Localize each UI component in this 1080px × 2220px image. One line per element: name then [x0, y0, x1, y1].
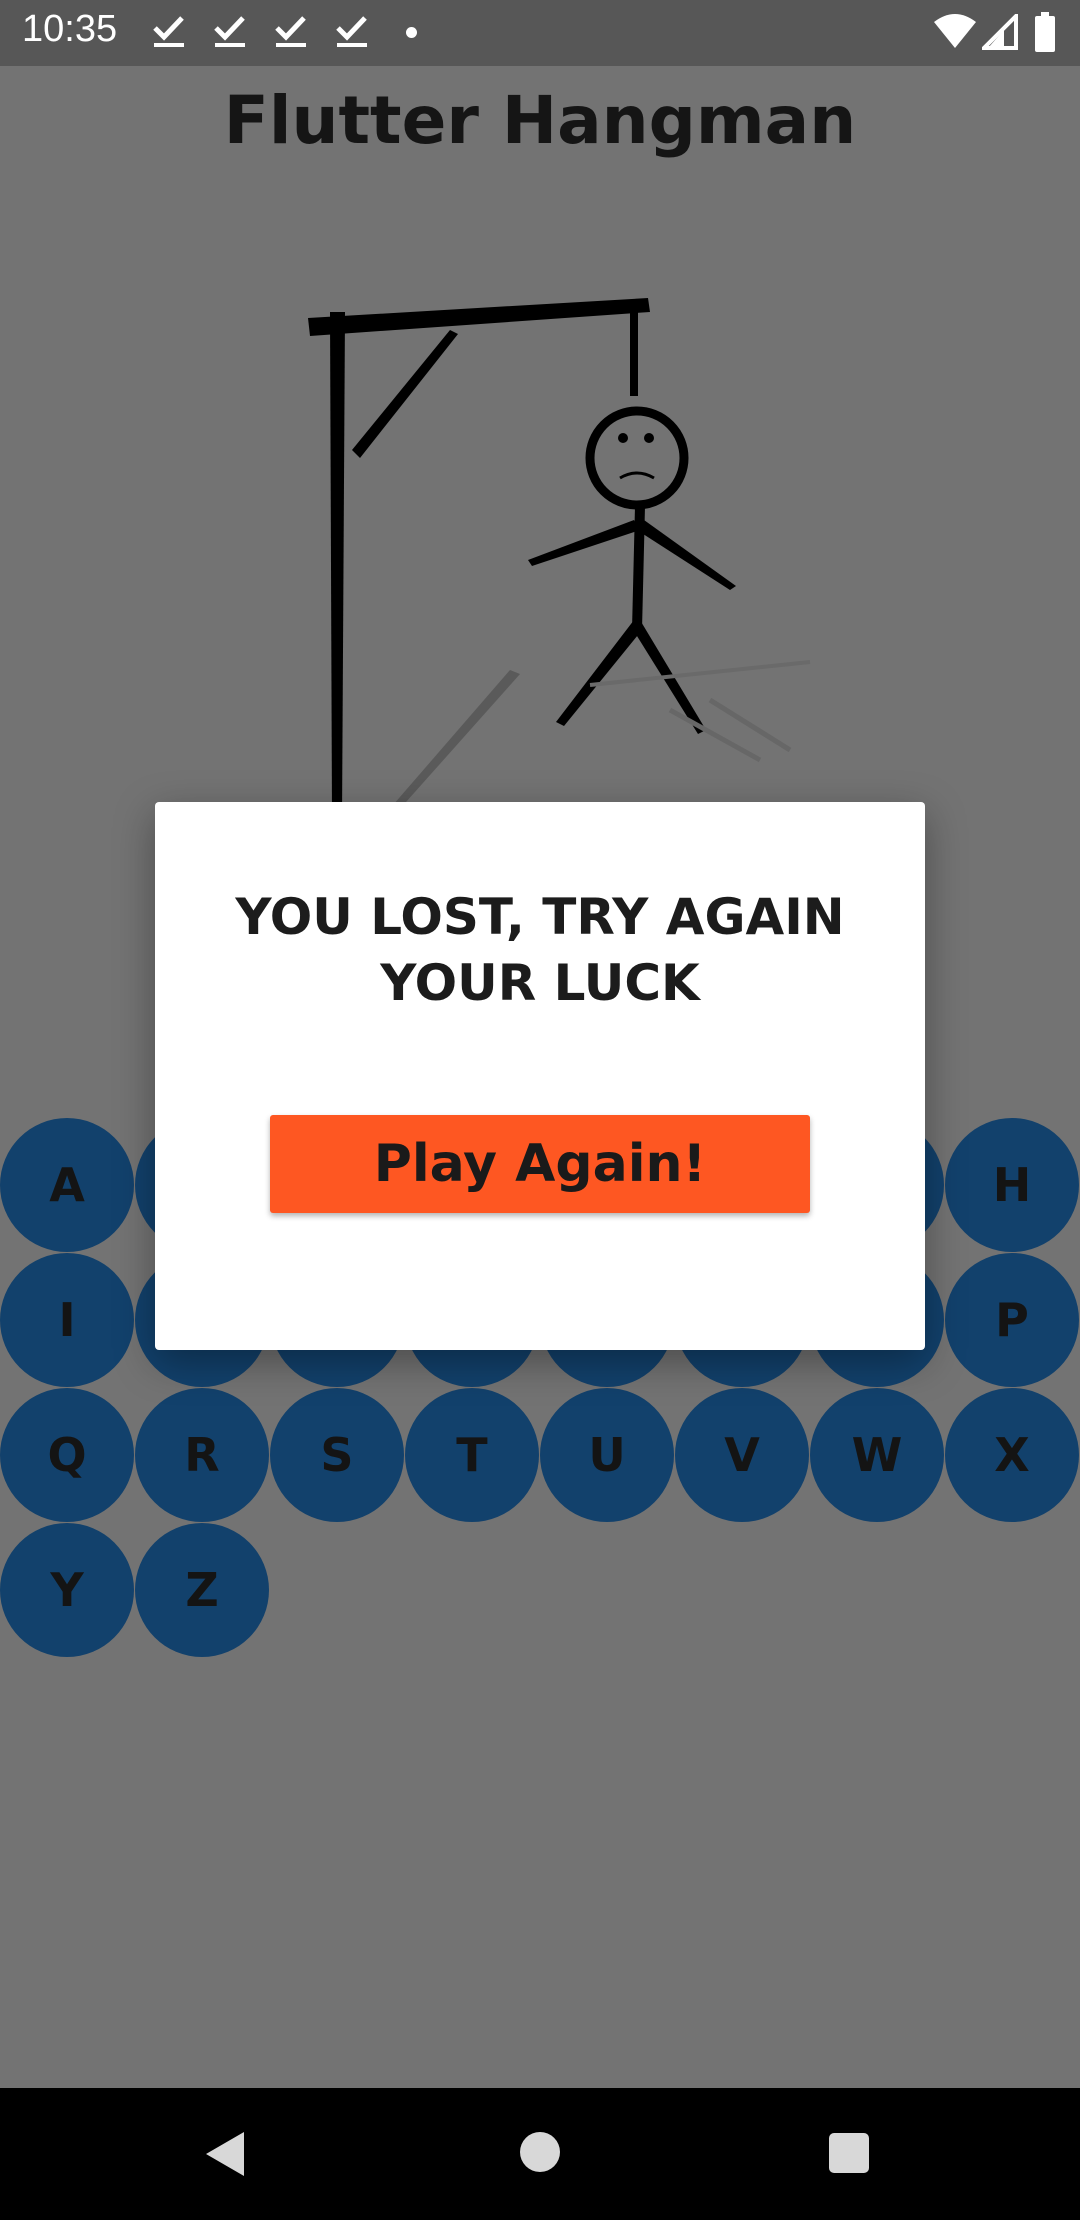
hangman-image — [308, 298, 811, 820]
navigation-bar — [0, 2088, 1080, 2220]
key-r[interactable]: R — [135, 1388, 269, 1522]
key-z[interactable]: Z — [135, 1523, 269, 1657]
key-i[interactable]: I — [0, 1253, 134, 1387]
battery-icon — [1035, 12, 1055, 52]
check-notification-icon — [153, 16, 184, 47]
key-p[interactable]: P — [945, 1253, 1079, 1387]
key-w[interactable]: W — [810, 1388, 944, 1522]
key-q[interactable]: Q — [0, 1388, 134, 1522]
key-h[interactable]: H — [945, 1118, 1079, 1252]
play-again-button[interactable]: Play Again! — [270, 1115, 810, 1213]
key-v[interactable]: V — [675, 1388, 809, 1522]
signal-icon — [982, 14, 1018, 50]
check-notification-icon — [275, 16, 306, 47]
dialog-message-line1: YOU LOST, TRY AGAIN — [235, 888, 845, 946]
wifi-icon — [934, 14, 976, 48]
status-time: 10:35 — [22, 8, 118, 50]
game-over-dialog: YOU LOST, TRY AGAIN YOUR LUCK Play Again… — [155, 802, 925, 1350]
dot-icon — [406, 27, 417, 38]
key-y[interactable]: Y — [0, 1523, 134, 1657]
check-notification-icon — [214, 16, 245, 47]
recents-icon[interactable] — [829, 2133, 869, 2173]
dialog-message-line2: YOUR LUCK — [380, 954, 700, 1012]
key-x[interactable]: X — [945, 1388, 1079, 1522]
back-icon[interactable] — [204, 2130, 246, 2178]
dialog-message: YOU LOST, TRY AGAIN YOUR LUCK — [195, 884, 885, 1016]
page-title: Flutter Hangman — [223, 82, 857, 159]
key-u[interactable]: U — [540, 1388, 674, 1522]
key-s[interactable]: S — [270, 1388, 404, 1522]
check-notification-icon — [336, 16, 367, 47]
status-bar: 10:35 — [0, 0, 1080, 66]
home-icon[interactable] — [520, 2132, 560, 2172]
key-a[interactable]: A — [0, 1118, 134, 1252]
key-t[interactable]: T — [405, 1388, 539, 1522]
